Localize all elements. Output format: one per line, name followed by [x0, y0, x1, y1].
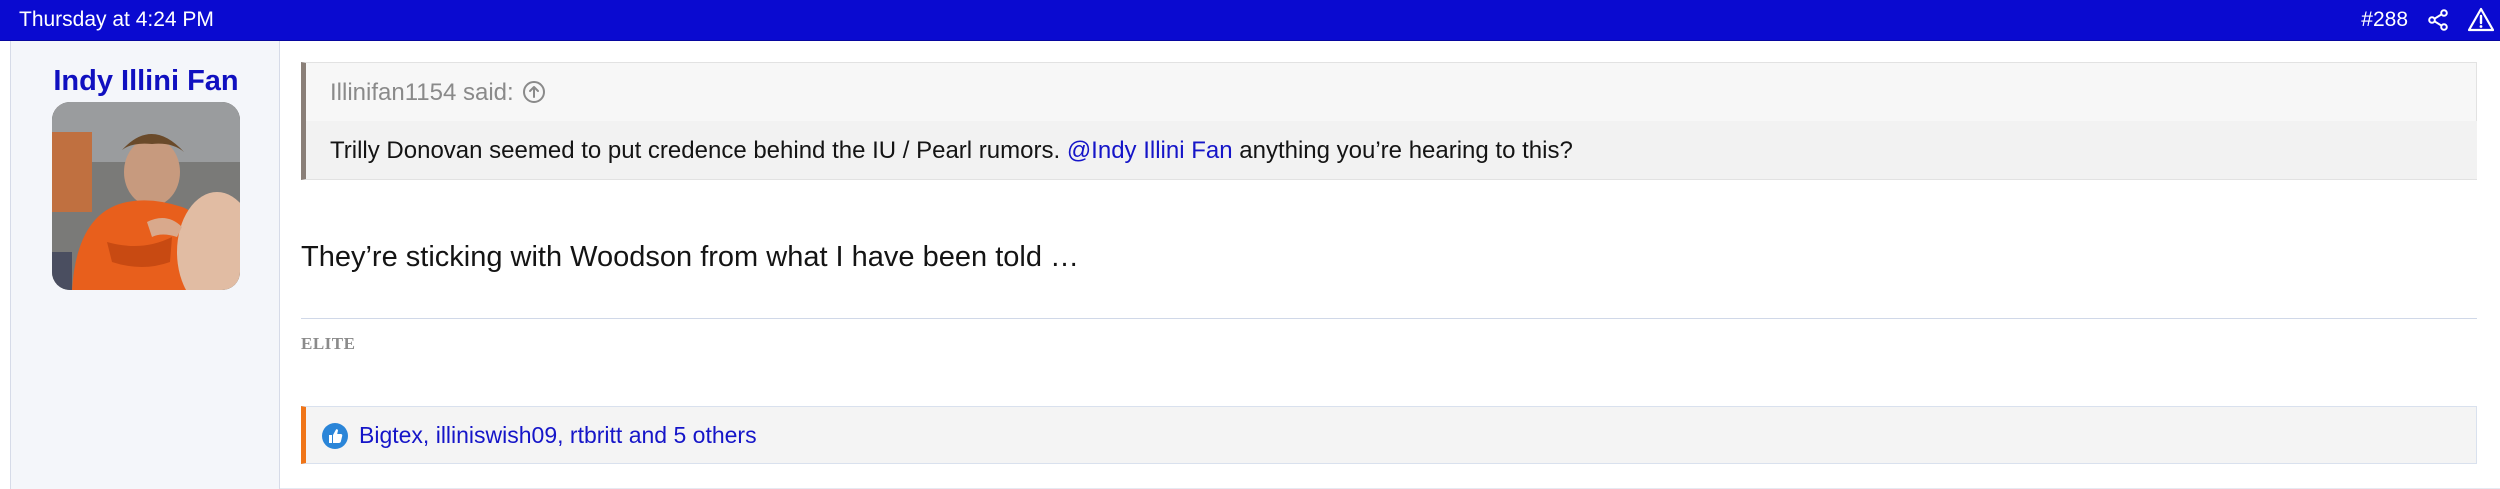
warning-triangle-icon[interactable]	[2467, 7, 2495, 33]
post-header-bar: Thursday at 4:24 PM #288	[0, 0, 2500, 41]
arrow-up-circle-icon[interactable]	[522, 80, 546, 104]
thumbs-up-icon	[321, 422, 349, 450]
quote-attribution[interactable]: Illinifan1154 said:	[330, 79, 546, 107]
username-link[interactable]: Indy Illini Fan	[11, 64, 281, 98]
post-body-text: They’re sticking with Woodson from what …	[301, 241, 1080, 273]
reactions-bar: Bigtex, illiniswish09, rtbritt and 5 oth…	[301, 406, 2477, 464]
post-number-link[interactable]: #288	[2361, 8, 2408, 32]
signature-divider	[301, 318, 2477, 319]
quoted-post: Illinifan1154 said: Trilly Donovan seeme…	[301, 62, 2477, 180]
quote-author-said[interactable]: Illinifan1154 said:	[330, 79, 514, 106]
quote-text-before: Trilly Donovan seemed to put credence be…	[330, 137, 1067, 164]
avatar[interactable]	[52, 102, 240, 290]
reaction-likers-link[interactable]: Bigtex, illiniswish09, rtbritt and 5 oth…	[359, 422, 757, 448]
post-date-link[interactable]: Thursday at 4:24 PM	[19, 8, 214, 32]
user-mention-link[interactable]: @Indy Illini Fan	[1067, 137, 1233, 164]
user-info-pane: Indy Illini Fan	[10, 41, 280, 489]
quote-body: Trilly Donovan seemed to put credence be…	[306, 121, 2477, 179]
user-rank-badge: ELITE	[301, 334, 356, 353]
share-icon[interactable]	[2426, 8, 2450, 32]
quote-text-after: anything you’re hearing to this?	[1232, 137, 1573, 164]
quote-text: Trilly Donovan seemed to put credence be…	[330, 137, 1573, 165]
